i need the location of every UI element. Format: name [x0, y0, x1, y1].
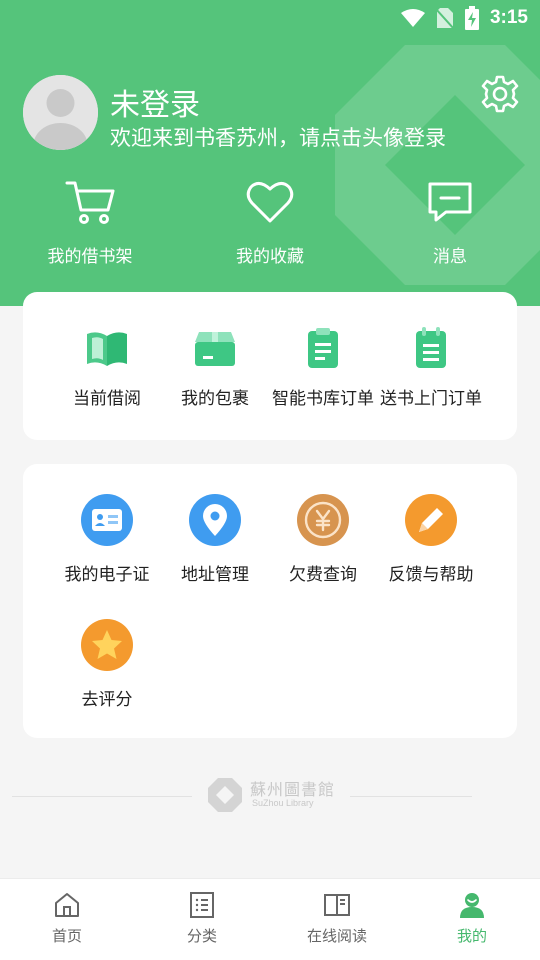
status-time: 3:15	[489, 7, 528, 28]
services-card: 当前借阅 我的包裹 智能书库订单 送书上门订单	[23, 292, 517, 440]
pencil-icon	[405, 494, 457, 546]
tab-category[interactable]: 分类	[142, 891, 262, 946]
category-list-icon	[190, 892, 214, 918]
tab-online-reading[interactable]: 在线阅读	[277, 891, 397, 946]
my-packages-label: 我的包裹	[181, 389, 249, 409]
battery-charging-icon	[464, 6, 479, 30]
profile-icon	[460, 893, 484, 918]
default-avatar-icon	[23, 75, 98, 150]
feedback-help-label: 反馈与帮助	[388, 565, 474, 585]
login-prompt-text[interactable]: 欢迎来到书香苏州，请点击头像登录	[110, 122, 446, 152]
tab-category-label: 分类	[186, 927, 217, 945]
address-management-label: 地址管理	[181, 565, 249, 585]
rate-app-button[interactable]: 去评分	[47, 619, 167, 710]
status-bar: 3:15	[0, 0, 540, 36]
address-management-button[interactable]: 地址管理	[155, 494, 275, 585]
no-sim-icon	[435, 8, 454, 29]
tab-home[interactable]: 首页	[7, 891, 127, 946]
home-icon	[55, 893, 79, 917]
package-icon	[195, 332, 235, 366]
wifi-icon	[400, 9, 425, 27]
favorites-label: 我的收藏	[236, 247, 304, 267]
bookshelf-label: 我的借书架	[47, 247, 133, 267]
login-status-title[interactable]: 未登录	[110, 80, 200, 124]
tab-mine[interactable]: 我的	[412, 891, 532, 946]
heart-icon	[246, 182, 294, 223]
library-footer-logo: 蘇州圖書館 SuZhou Library	[0, 774, 540, 818]
clipboard-icon	[308, 328, 338, 368]
tab-online-reading-label: 在线阅读	[306, 927, 367, 945]
e-card-label: 我的电子证	[64, 565, 150, 585]
home-delivery-orders-label: 送书上门订单	[380, 389, 482, 409]
library-name-english: SuZhou Library	[252, 798, 314, 808]
current-borrowing-label: 当前借阅	[73, 389, 141, 409]
messages-label: 消息	[433, 247, 467, 267]
location-pin-icon	[189, 494, 241, 546]
quick-actions: 我的借书架 我的收藏 消息	[0, 178, 540, 278]
star-icon	[81, 619, 133, 671]
smart-library-orders-button[interactable]: 智能书库订单	[263, 326, 383, 409]
open-book-icon	[87, 332, 127, 366]
smart-library-orders-label: 智能书库订单	[272, 389, 374, 409]
settings-gear-icon[interactable]	[480, 74, 520, 114]
bottom-tab-bar: 首页 分类 在线阅读 我的	[0, 878, 540, 960]
bookshelf-button[interactable]: 我的借书架	[20, 178, 160, 267]
feedback-help-button[interactable]: 反馈与帮助	[371, 494, 491, 585]
messages-button[interactable]: 消息	[380, 178, 520, 267]
rate-app-label: 去评分	[81, 690, 133, 710]
avatar[interactable]	[23, 75, 98, 150]
e-card-button[interactable]: 我的电子证	[47, 494, 167, 585]
home-delivery-orders-button[interactable]: 送书上门订单	[371, 326, 491, 409]
fee-inquiry-label: 欠费查询	[289, 565, 357, 585]
my-packages-button[interactable]: 我的包裹	[155, 326, 275, 409]
yuan-coin-icon	[297, 494, 349, 546]
library-name-text: 蘇州圖書館	[250, 780, 336, 799]
id-card-icon	[81, 494, 133, 546]
tab-home-label: 首页	[51, 927, 82, 945]
fee-inquiry-button[interactable]: 欠费查询	[263, 494, 383, 585]
cart-icon	[65, 181, 115, 224]
profile-header: 3:15 未登录 欢迎来到书香苏州，请点击头像登录 我的借书架 我的收藏 消息	[0, 0, 540, 306]
tab-mine-label: 我的	[456, 927, 487, 945]
book-icon	[324, 894, 350, 916]
notepad-icon	[416, 327, 446, 368]
current-borrowing-button[interactable]: 当前借阅	[47, 326, 167, 409]
favorites-button[interactable]: 我的收藏	[200, 178, 340, 267]
library-emblem-icon	[208, 778, 242, 812]
message-icon	[428, 182, 472, 222]
tools-card: 我的电子证 地址管理 欠费查询 反馈与帮助 去评分	[23, 464, 517, 738]
